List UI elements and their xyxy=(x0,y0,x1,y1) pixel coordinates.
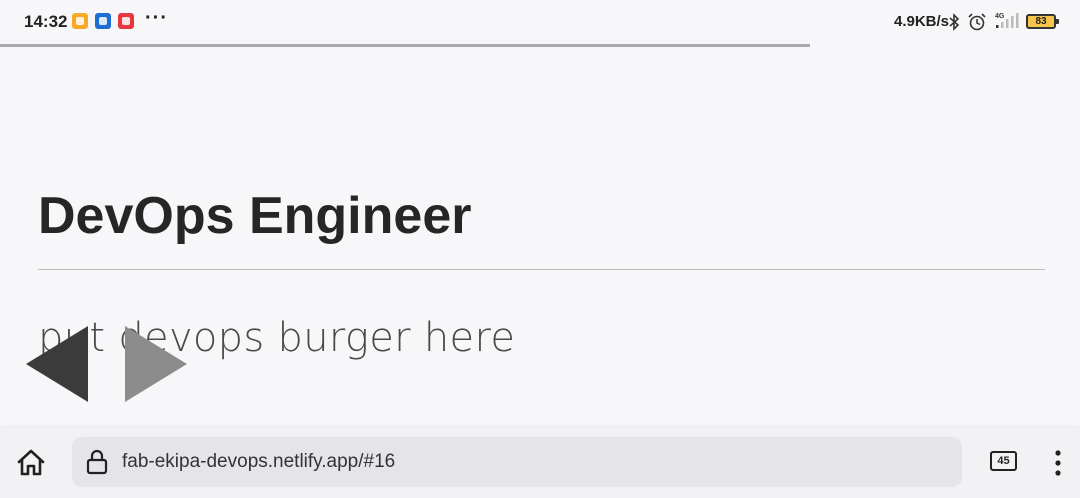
previous-slide-button[interactable] xyxy=(26,326,88,402)
app-notification-icon xyxy=(72,13,88,29)
signal-icon: 4G xyxy=(995,13,1019,28)
bluetooth-icon xyxy=(949,13,960,31)
home-icon[interactable] xyxy=(14,446,48,480)
slide-title: DevOps Engineer xyxy=(38,187,472,245)
battery-level: 83 xyxy=(1035,16,1047,27)
alarm-icon xyxy=(968,13,986,31)
next-slide-button[interactable] xyxy=(125,326,187,402)
screen: 14:32 ··· 4.9KB/s 4G 83 DevOps Engineer … xyxy=(0,0,1080,498)
url-text[interactable]: fab-ekipa-devops.netlify.app/#16 xyxy=(122,451,395,473)
slide-body-text: put devops burger here xyxy=(38,315,516,361)
lock-icon[interactable] xyxy=(86,449,108,475)
battery-icon: 83 xyxy=(1026,14,1059,29)
page-load-progress-fill xyxy=(0,44,810,47)
status-time: 14:32 xyxy=(24,12,68,31)
page-load-progress xyxy=(0,44,1080,47)
network-type-label: 4G xyxy=(995,13,1005,20)
app-notification-icon xyxy=(118,13,134,29)
tabs-icon[interactable]: 45 xyxy=(990,451,1017,471)
browser-toolbar: fab-ekipa-devops.netlify.app/#16 45 xyxy=(0,428,1080,498)
title-divider xyxy=(38,269,1045,270)
app-notification-icon xyxy=(95,13,111,29)
network-speed: 4.9KB/s xyxy=(894,13,950,30)
status-bar: 14:32 ··· 4.9KB/s 4G 83 xyxy=(0,0,1080,44)
more-notifications-indicator: ··· xyxy=(145,7,168,29)
tab-count: 45 xyxy=(997,455,1010,467)
address-bar[interactable]: fab-ekipa-devops.netlify.app/#16 xyxy=(72,437,962,487)
more-vertical-icon[interactable] xyxy=(1046,448,1070,478)
